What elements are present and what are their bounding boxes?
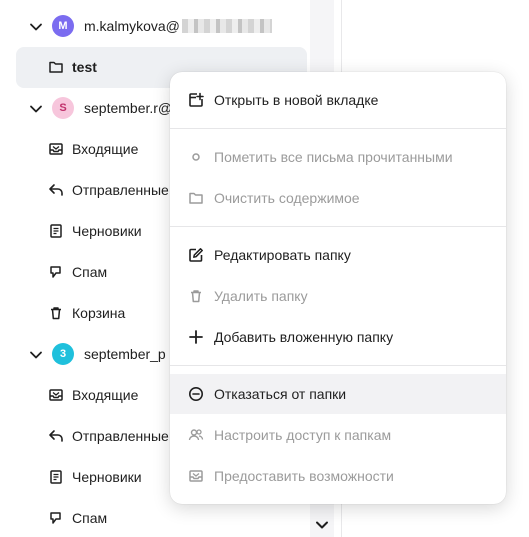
menu-item-label: Пометить все письма прочитанными [214, 149, 453, 165]
sent-icon [48, 182, 64, 198]
folder-context-menu: Открыть в новой вкладке Пометить все пис… [170, 72, 506, 504]
menu-item-label: Отказаться от папки [214, 386, 347, 402]
menu-item-label: Добавить вложенную папку [214, 329, 394, 345]
menu-item-label: Открыть в новой вкладке [214, 92, 379, 108]
menu-item-clear-contents[interactable]: Очистить содержимое [170, 178, 506, 218]
folder-label: Черновики [72, 223, 142, 239]
folder-label: Входящие [72, 387, 139, 403]
edit-icon [188, 247, 204, 263]
menu-item-label: Предоставить возможности [214, 468, 394, 484]
account-avatar: 3 [52, 343, 74, 365]
menu-item-edit-folder[interactable]: Редактировать папку [170, 235, 506, 275]
shared-users-icon [188, 427, 204, 443]
trash-icon [48, 305, 64, 321]
menu-separator [170, 365, 506, 366]
menu-item-folder-access[interactable]: Настроить доступ к папкам [170, 415, 506, 455]
inbox-icon [48, 141, 64, 157]
plus-icon [188, 329, 204, 345]
account-avatar: M [52, 15, 74, 37]
account-header-1[interactable]: M m.kalmykova@ [0, 6, 310, 47]
menu-item-mark-all-read[interactable]: Пометить все письма прочитанными [170, 137, 506, 177]
menu-separator [170, 226, 506, 227]
menu-item-grant-permissions[interactable]: Предоставить возможности [170, 456, 506, 496]
inbox-icon [48, 387, 64, 403]
folder-label: Входящие [72, 141, 139, 157]
menu-item-add-subfolder[interactable]: Добавить вложенную папку [170, 317, 506, 357]
redacted-email-domain [181, 19, 272, 33]
scroll-down-chevron-icon[interactable] [314, 517, 330, 533]
drafts-icon [48, 469, 64, 485]
folder-label: Черновики [72, 469, 142, 485]
folder-label: Корзина [72, 305, 126, 321]
folder-label: Спам [72, 510, 108, 526]
trash-icon [188, 288, 204, 304]
dot-icon [188, 149, 204, 165]
chevron-down-icon[interactable] [28, 101, 44, 117]
account-email: m.kalmykova@ [84, 18, 180, 34]
folder-icon [188, 190, 204, 206]
account-email: september.r@ [84, 100, 173, 116]
chevron-down-icon[interactable] [28, 347, 44, 363]
menu-item-open-new-tab[interactable]: Открыть в новой вкладке [170, 80, 506, 120]
sent-icon [48, 428, 64, 444]
spam-icon [48, 510, 64, 526]
drafts-icon [48, 223, 64, 239]
folder-label: Отправленные [72, 182, 169, 198]
folder-label: test [72, 59, 97, 75]
folder-label: Отправленные [72, 428, 169, 444]
folder-label: Спам [72, 264, 108, 280]
minus-circle-icon [188, 386, 204, 402]
folder-icon [48, 59, 64, 75]
open-new-tab-icon [188, 92, 204, 108]
spam-icon [48, 264, 64, 280]
mail-access-icon [188, 468, 204, 484]
account-avatar: S [52, 97, 74, 119]
menu-item-label: Удалить папку [214, 288, 308, 304]
menu-item-unsubscribe-folder[interactable]: Отказаться от папки [170, 374, 506, 414]
menu-item-label: Редактировать папку [214, 247, 351, 263]
menu-item-delete-folder[interactable]: Удалить папку [170, 276, 506, 316]
menu-separator [170, 128, 506, 129]
chevron-down-icon[interactable] [28, 19, 44, 35]
account-email: september_p [84, 346, 166, 362]
menu-item-label: Очистить содержимое [214, 190, 360, 206]
menu-item-label: Настроить доступ к папкам [214, 427, 392, 443]
